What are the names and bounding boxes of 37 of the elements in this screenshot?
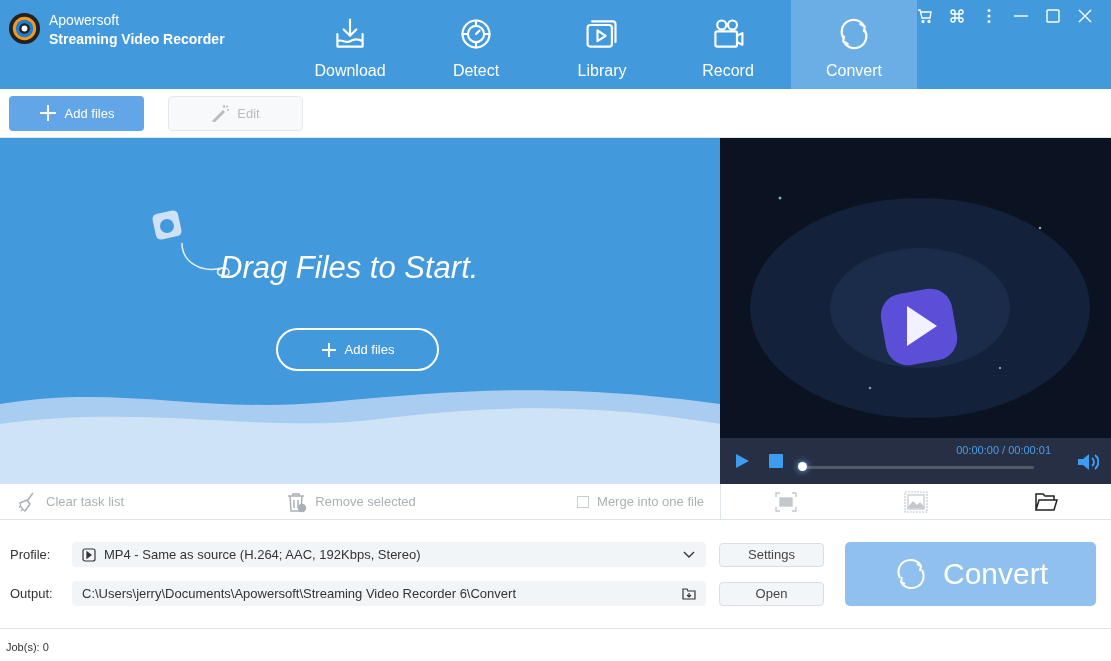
nav-tab[interactable]: Convert [791, 0, 917, 89]
maximize-icon[interactable] [1045, 8, 1061, 24]
drop-hint: Drag Files to Start. [220, 250, 479, 286]
folder-icon[interactable] [1034, 490, 1058, 513]
command-icon[interactable] [949, 8, 965, 24]
folder-icon[interactable] [682, 586, 696, 601]
output-label: Output: [10, 586, 54, 601]
add-files-button[interactable]: Add files [276, 328, 439, 371]
nav-tab[interactable]: Detect [413, 0, 539, 89]
plus-icon [38, 104, 57, 122]
cart-icon[interactable] [917, 8, 933, 24]
profile-dropdown[interactable]: MP4 - Same as source (H.264; AAC, 192Kbps, Stereo) [72, 542, 706, 567]
nav-tab[interactable]: Record [665, 0, 791, 89]
stop-icon[interactable] [768, 453, 784, 469]
playback-time: 00:00:00 / 00:00:01 [956, 444, 1051, 456]
output-path-field[interactable]: C:\Users\jerry\Documents\Apowersoft\Streaming Video Recorder 6\Convert [72, 581, 706, 606]
jobs-count-text: Job(s): 0 [5, 640, 50, 653]
detect-icon [458, 16, 494, 52]
trash-icon [285, 490, 308, 513]
add-files-button[interactable]: Add files [9, 95, 144, 131]
magic-wand-icon [211, 104, 230, 122]
volume-icon[interactable] [1077, 452, 1099, 472]
app-logo [8, 12, 41, 45]
play-icon[interactable] [734, 453, 750, 469]
progress-handle[interactable] [798, 461, 807, 471]
brand-name: Apowersoft [49, 12, 121, 28]
nav-tab[interactable]: Library [539, 0, 665, 89]
plus-icon [320, 341, 337, 358]
nav-tab[interactable]: Download [287, 0, 413, 89]
app-title: Streaming Video Recorder [49, 31, 225, 47]
image-icon[interactable] [904, 490, 928, 513]
open-button[interactable]: Open [719, 581, 824, 606]
video-file-icon [82, 547, 96, 562]
settings-button[interactable]: Settings [719, 542, 824, 567]
profile-label: Profile: [10, 547, 52, 562]
close-icon[interactable] [1077, 8, 1093, 24]
screenshot-icon[interactable] [774, 490, 798, 513]
